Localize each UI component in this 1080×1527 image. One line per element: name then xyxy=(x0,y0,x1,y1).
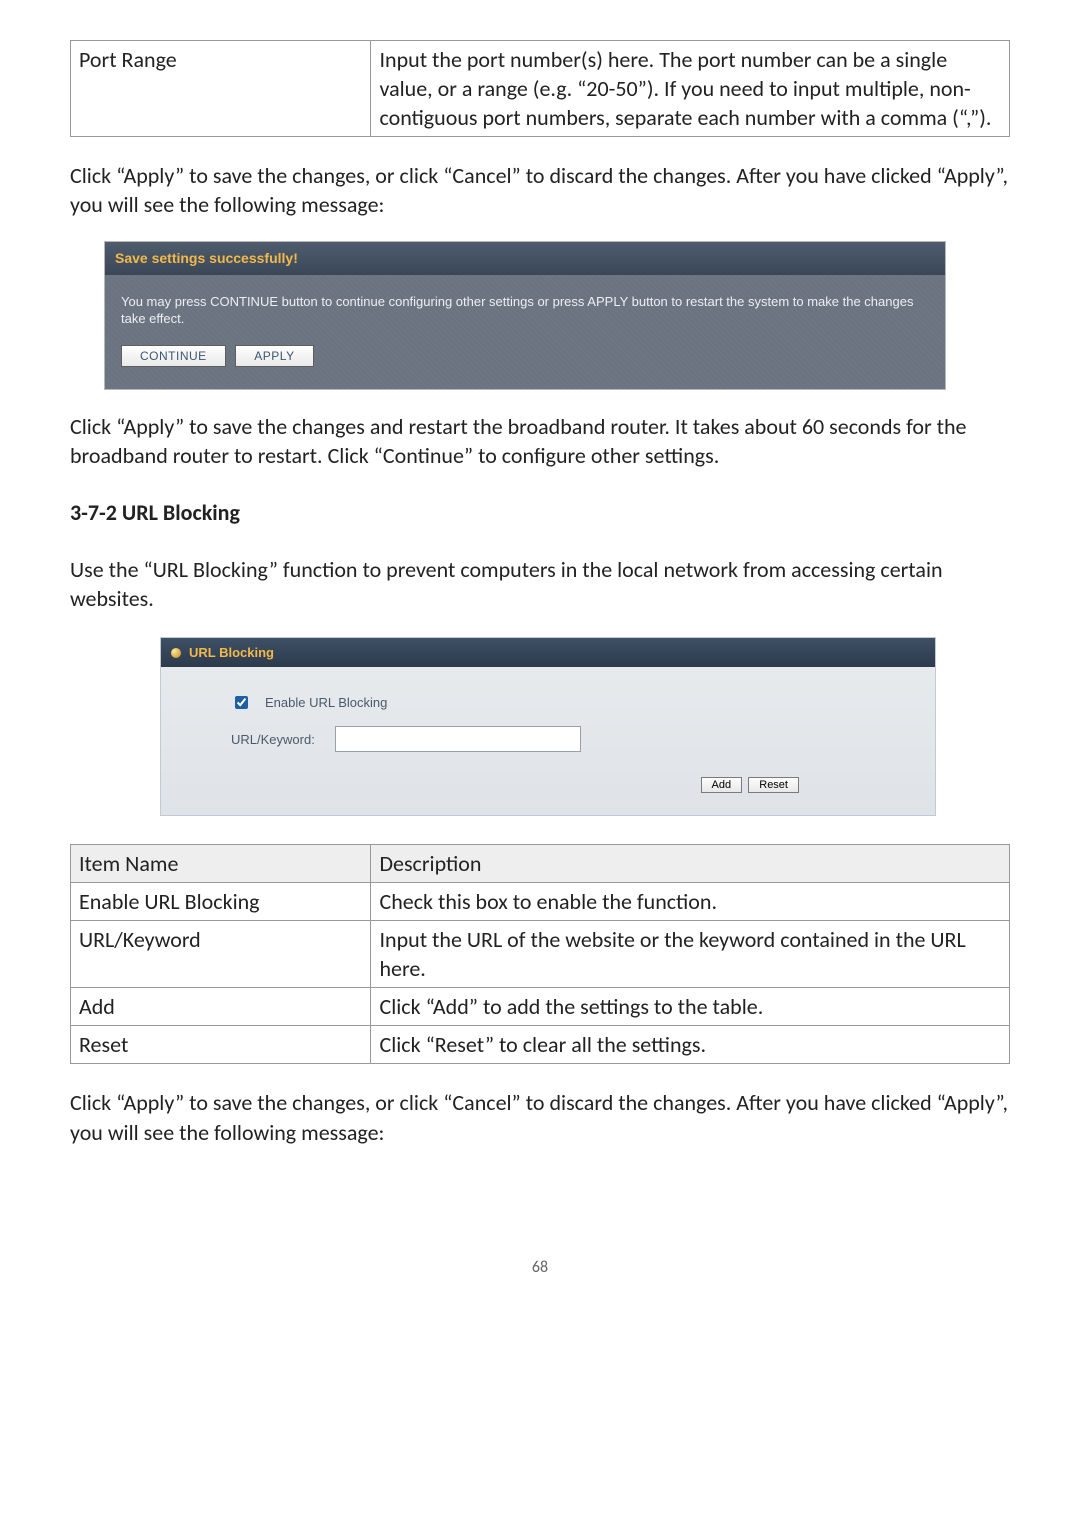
paragraph-apply-cancel-2: Click “Apply” to save the changes, or cl… xyxy=(70,1088,1010,1146)
cell-item: Port Range xyxy=(71,41,371,137)
enable-url-blocking-checkbox[interactable] xyxy=(235,696,248,709)
header-description: Description xyxy=(371,845,1010,883)
table-header-row: Item Name Description xyxy=(71,845,1010,883)
enable-url-blocking-label: Enable URL Blocking xyxy=(265,694,387,711)
continue-button[interactable]: CONTINUE xyxy=(121,345,226,367)
cell-desc: Input the port number(s) here. The port … xyxy=(371,41,1010,137)
table-row: Port Range Input the port number(s) here… xyxy=(71,41,1010,137)
page-number: 68 xyxy=(70,1257,1010,1278)
port-range-table: Port Range Input the port number(s) here… xyxy=(70,40,1010,137)
url-keyword-input[interactable] xyxy=(335,726,581,752)
cell-item: Add xyxy=(71,988,371,1026)
cell-desc: Check this box to enable the function. xyxy=(371,883,1010,921)
table-row: Add Click “Add” to add the settings to t… xyxy=(71,988,1010,1026)
cell-item: Enable URL Blocking xyxy=(71,883,371,921)
apply-button[interactable]: APPLY xyxy=(235,345,313,367)
reset-button[interactable]: Reset xyxy=(748,777,799,793)
cell-item: URL/Keyword xyxy=(71,921,371,988)
cell-desc: Input the URL of the website or the keyw… xyxy=(371,921,1010,988)
save-settings-messagebox: Save settings successfully! You may pres… xyxy=(104,241,946,390)
paragraph-url-blocking-intro: Use the “URL Blocking” function to preve… xyxy=(70,555,1010,613)
url-keyword-label: URL/Keyword: xyxy=(231,731,321,748)
table-row: URL/Keyword Input the URL of the website… xyxy=(71,921,1010,988)
url-blocking-description-table: Item Name Description Enable URL Blockin… xyxy=(70,844,1010,1064)
paragraph-restart: Click “Apply” to save the changes and re… xyxy=(70,412,1010,470)
cell-desc: Click “Reset” to clear all the settings. xyxy=(371,1026,1010,1064)
header-item-name: Item Name xyxy=(71,845,371,883)
messagebox-body-text: You may press CONTINUE button to continu… xyxy=(121,293,929,327)
panel-title: URL Blocking xyxy=(189,644,274,661)
add-button[interactable]: Add xyxy=(701,777,743,793)
table-row: Reset Click “Reset” to clear all the set… xyxy=(71,1026,1010,1064)
url-blocking-panel: URL Blocking Enable URL Blocking URL/Key… xyxy=(160,637,936,816)
cell-item: Reset xyxy=(71,1026,371,1064)
section-heading-url-blocking: 3-7-2 URL Blocking xyxy=(70,498,1010,527)
messagebox-title: Save settings successfully! xyxy=(105,242,945,274)
cell-desc: Click “Add” to add the settings to the t… xyxy=(371,988,1010,1026)
paragraph-apply-cancel-1: Click “Apply” to save the changes, or cl… xyxy=(70,161,1010,219)
table-row: Enable URL Blocking Check this box to en… xyxy=(71,883,1010,921)
bullet-icon xyxy=(171,648,181,658)
